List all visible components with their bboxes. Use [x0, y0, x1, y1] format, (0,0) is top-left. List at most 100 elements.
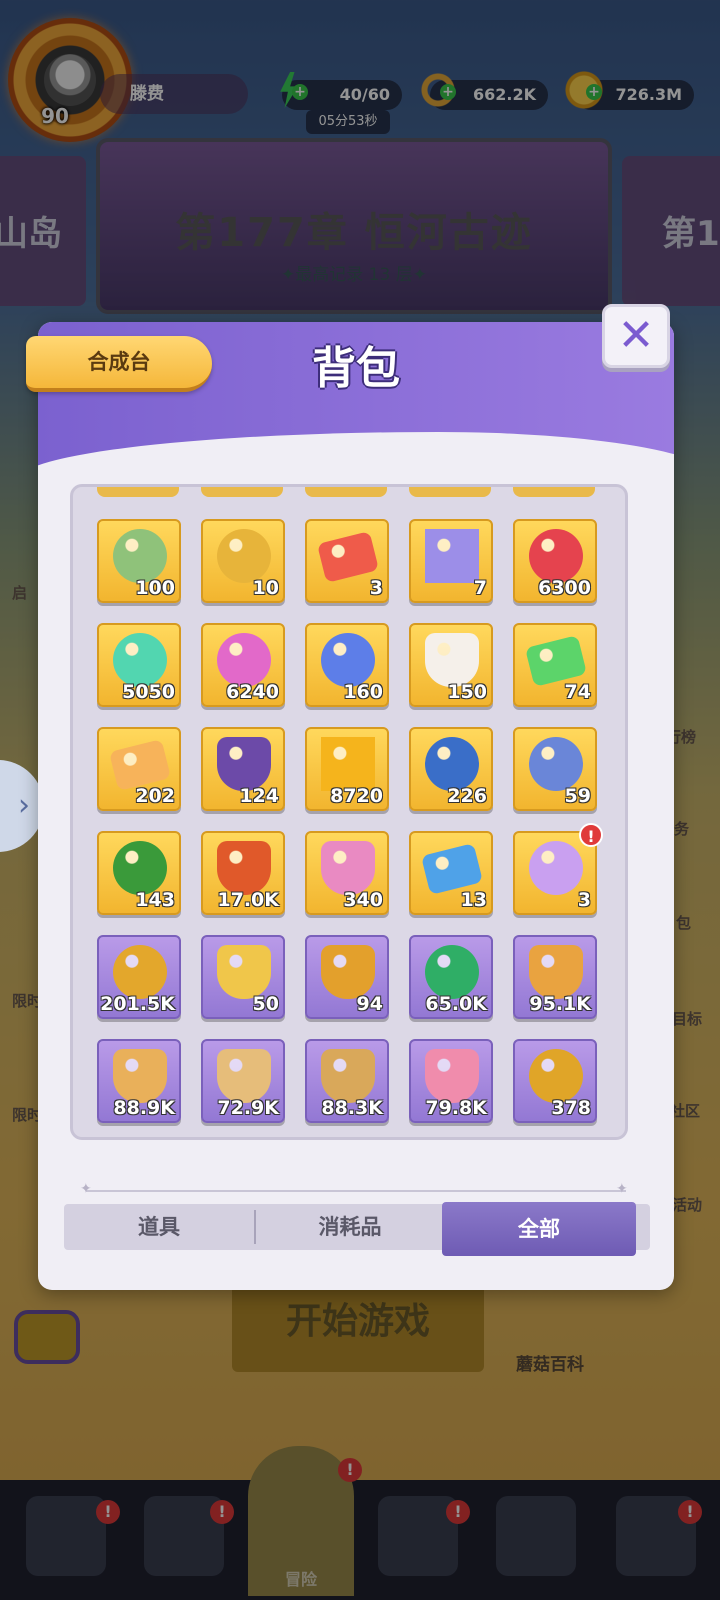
backpack-modal: 背包 100 10 3 7 6300 5050 6240 160 150 74 202 124 8720… — [38, 322, 674, 1290]
item-count: 6300 — [538, 577, 591, 599]
item-slot-arrow[interactable]: 88.9K — [97, 1039, 181, 1123]
pearl-shell-icon — [425, 737, 479, 791]
jade-coin-icon — [113, 529, 167, 583]
orange-ticket-icon — [108, 739, 172, 791]
item-slot-pink-crystal[interactable]: 79.8K — [409, 1039, 493, 1123]
item-count: 340 — [343, 889, 383, 911]
item-count: 72.9K — [217, 1097, 279, 1119]
gold-nuggets-icon — [217, 945, 271, 999]
item-slot-green-ticket[interactable]: 74 — [513, 623, 597, 707]
item-count: 160 — [343, 681, 383, 703]
item-slot-pearl-shell[interactable]: 226 — [409, 727, 493, 811]
purple-egg-icon — [217, 737, 271, 791]
item-slot-blue-coin[interactable]: 160 — [305, 623, 389, 707]
gold-medal-icon — [113, 945, 167, 999]
item-count: 5050 — [122, 681, 175, 703]
item-count: 124 — [239, 785, 279, 807]
blue-ticket-icon — [420, 843, 484, 895]
item-slot-pearl-leaf[interactable]: 143 — [97, 831, 181, 915]
item-count: 74 — [564, 681, 591, 703]
item-slot-blue-ticket[interactable]: 13 — [409, 831, 493, 915]
item-slot-jade-coin[interactable]: 100 — [97, 519, 181, 603]
item-slot-gold-medal[interactable]: 201.5K — [97, 935, 181, 1019]
item-count: 378 — [551, 1097, 591, 1119]
teal-coin-icon — [113, 633, 167, 687]
alert-badge: ! — [579, 823, 603, 847]
item-count: 95.1K — [529, 993, 591, 1015]
row-peek — [513, 487, 595, 497]
item-slot-silver-ring[interactable]: 59 — [513, 727, 597, 811]
rainbow-egg-icon — [321, 841, 375, 895]
item-count: 202 — [135, 785, 175, 807]
tab-consumables[interactable]: 消耗品 — [256, 1204, 444, 1250]
item-count: 7 — [473, 577, 487, 599]
item-slot-red-dice-coin[interactable]: 6300 — [513, 519, 597, 603]
item-count: 100 — [135, 577, 175, 599]
arrow-icon — [113, 1049, 167, 1103]
item-count: 150 — [447, 681, 487, 703]
item-slot-orange-ticket[interactable]: 202 — [97, 727, 181, 811]
item-slot-gold-nuggets[interactable]: 50 — [201, 935, 285, 1019]
row-peek — [201, 487, 283, 497]
item-slot-red-ticket[interactable]: 3 — [305, 519, 389, 603]
item-slot-gold-lamp[interactable]: 378 — [513, 1039, 597, 1123]
item-count: 88.3K — [321, 1097, 383, 1119]
item-count: 10 — [252, 577, 279, 599]
row-peek — [305, 487, 387, 497]
item-slot-dice[interactable]: 150 — [409, 623, 493, 707]
tab-all[interactable]: 全部 — [442, 1202, 636, 1256]
item-count: 88.9K — [113, 1097, 175, 1119]
pearl-leaf-icon — [113, 841, 167, 895]
crafting-table-tab[interactable]: 合成台 — [26, 336, 212, 392]
item-slot-gold-star[interactable]: 8720 — [305, 727, 389, 811]
pink-coin-icon — [217, 633, 271, 687]
tab-props[interactable]: 道具 — [64, 1204, 254, 1250]
row-peek — [409, 487, 491, 497]
sparkle-icon: ✦ — [80, 1181, 92, 1197]
dice-icon — [425, 633, 479, 687]
sparkle-icon: ✦ — [616, 1181, 628, 1197]
book-icon — [529, 945, 583, 999]
item-slot-book[interactable]: 95.1K — [513, 935, 597, 1019]
item-count: 6240 — [226, 681, 279, 703]
item-slot-amber-gem[interactable]: 17.0K — [201, 831, 285, 915]
item-count: 13 — [460, 889, 487, 911]
close-button[interactable]: ✕ — [602, 304, 670, 368]
item-count: 65.0K — [425, 993, 487, 1015]
divider: ✦ ✦ — [80, 1181, 628, 1197]
item-count: 143 — [135, 889, 175, 911]
item-count: 226 — [447, 785, 487, 807]
amber-gem-icon — [217, 841, 271, 895]
item-slot-pink-coin[interactable]: 6240 — [201, 623, 285, 707]
item-count: 3 — [369, 577, 383, 599]
item-slot-shovel[interactable]: 94 — [305, 935, 389, 1019]
item-slot-mystery-orb[interactable]: 3! — [513, 823, 603, 915]
item-slot-star-coin[interactable]: 10 — [201, 519, 285, 603]
item-slot-conch[interactable]: 88.3K — [305, 1039, 389, 1123]
item-slot-teal-coin[interactable]: 5050 — [97, 623, 181, 707]
flower-icon — [425, 945, 479, 999]
item-count: 8720 — [330, 785, 383, 807]
category-tabs: 道具 消耗品 全部 — [64, 1202, 650, 1256]
red-dice-coin-icon — [529, 529, 583, 583]
item-count: 79.8K — [425, 1097, 487, 1119]
item-slot-crystal-star[interactable]: 7 — [409, 519, 493, 603]
item-slot-rainbow-egg[interactable]: 340 — [305, 831, 389, 915]
gold-star-icon — [321, 737, 375, 791]
item-slot-pickaxe[interactable]: 72.9K — [201, 1039, 285, 1123]
item-count: 201.5K — [100, 993, 175, 1015]
item-count: 17.0K — [217, 889, 279, 911]
mystery-orb-icon — [529, 841, 583, 895]
item-slot-purple-egg[interactable]: 124 — [201, 727, 285, 811]
shovel-icon — [321, 945, 375, 999]
item-count: 59 — [564, 785, 591, 807]
pickaxe-icon — [217, 1049, 271, 1103]
row-peek — [97, 487, 179, 497]
silver-ring-icon — [529, 737, 583, 791]
item-slot-flower[interactable]: 65.0K — [409, 935, 493, 1019]
red-ticket-icon — [316, 531, 380, 583]
crystal-star-icon — [425, 529, 479, 583]
item-grid[interactable]: 100 10 3 7 6300 5050 6240 160 150 74 202 124 8720 226… — [70, 484, 628, 1140]
item-count: 3 — [577, 889, 591, 911]
conch-icon — [321, 1049, 375, 1103]
